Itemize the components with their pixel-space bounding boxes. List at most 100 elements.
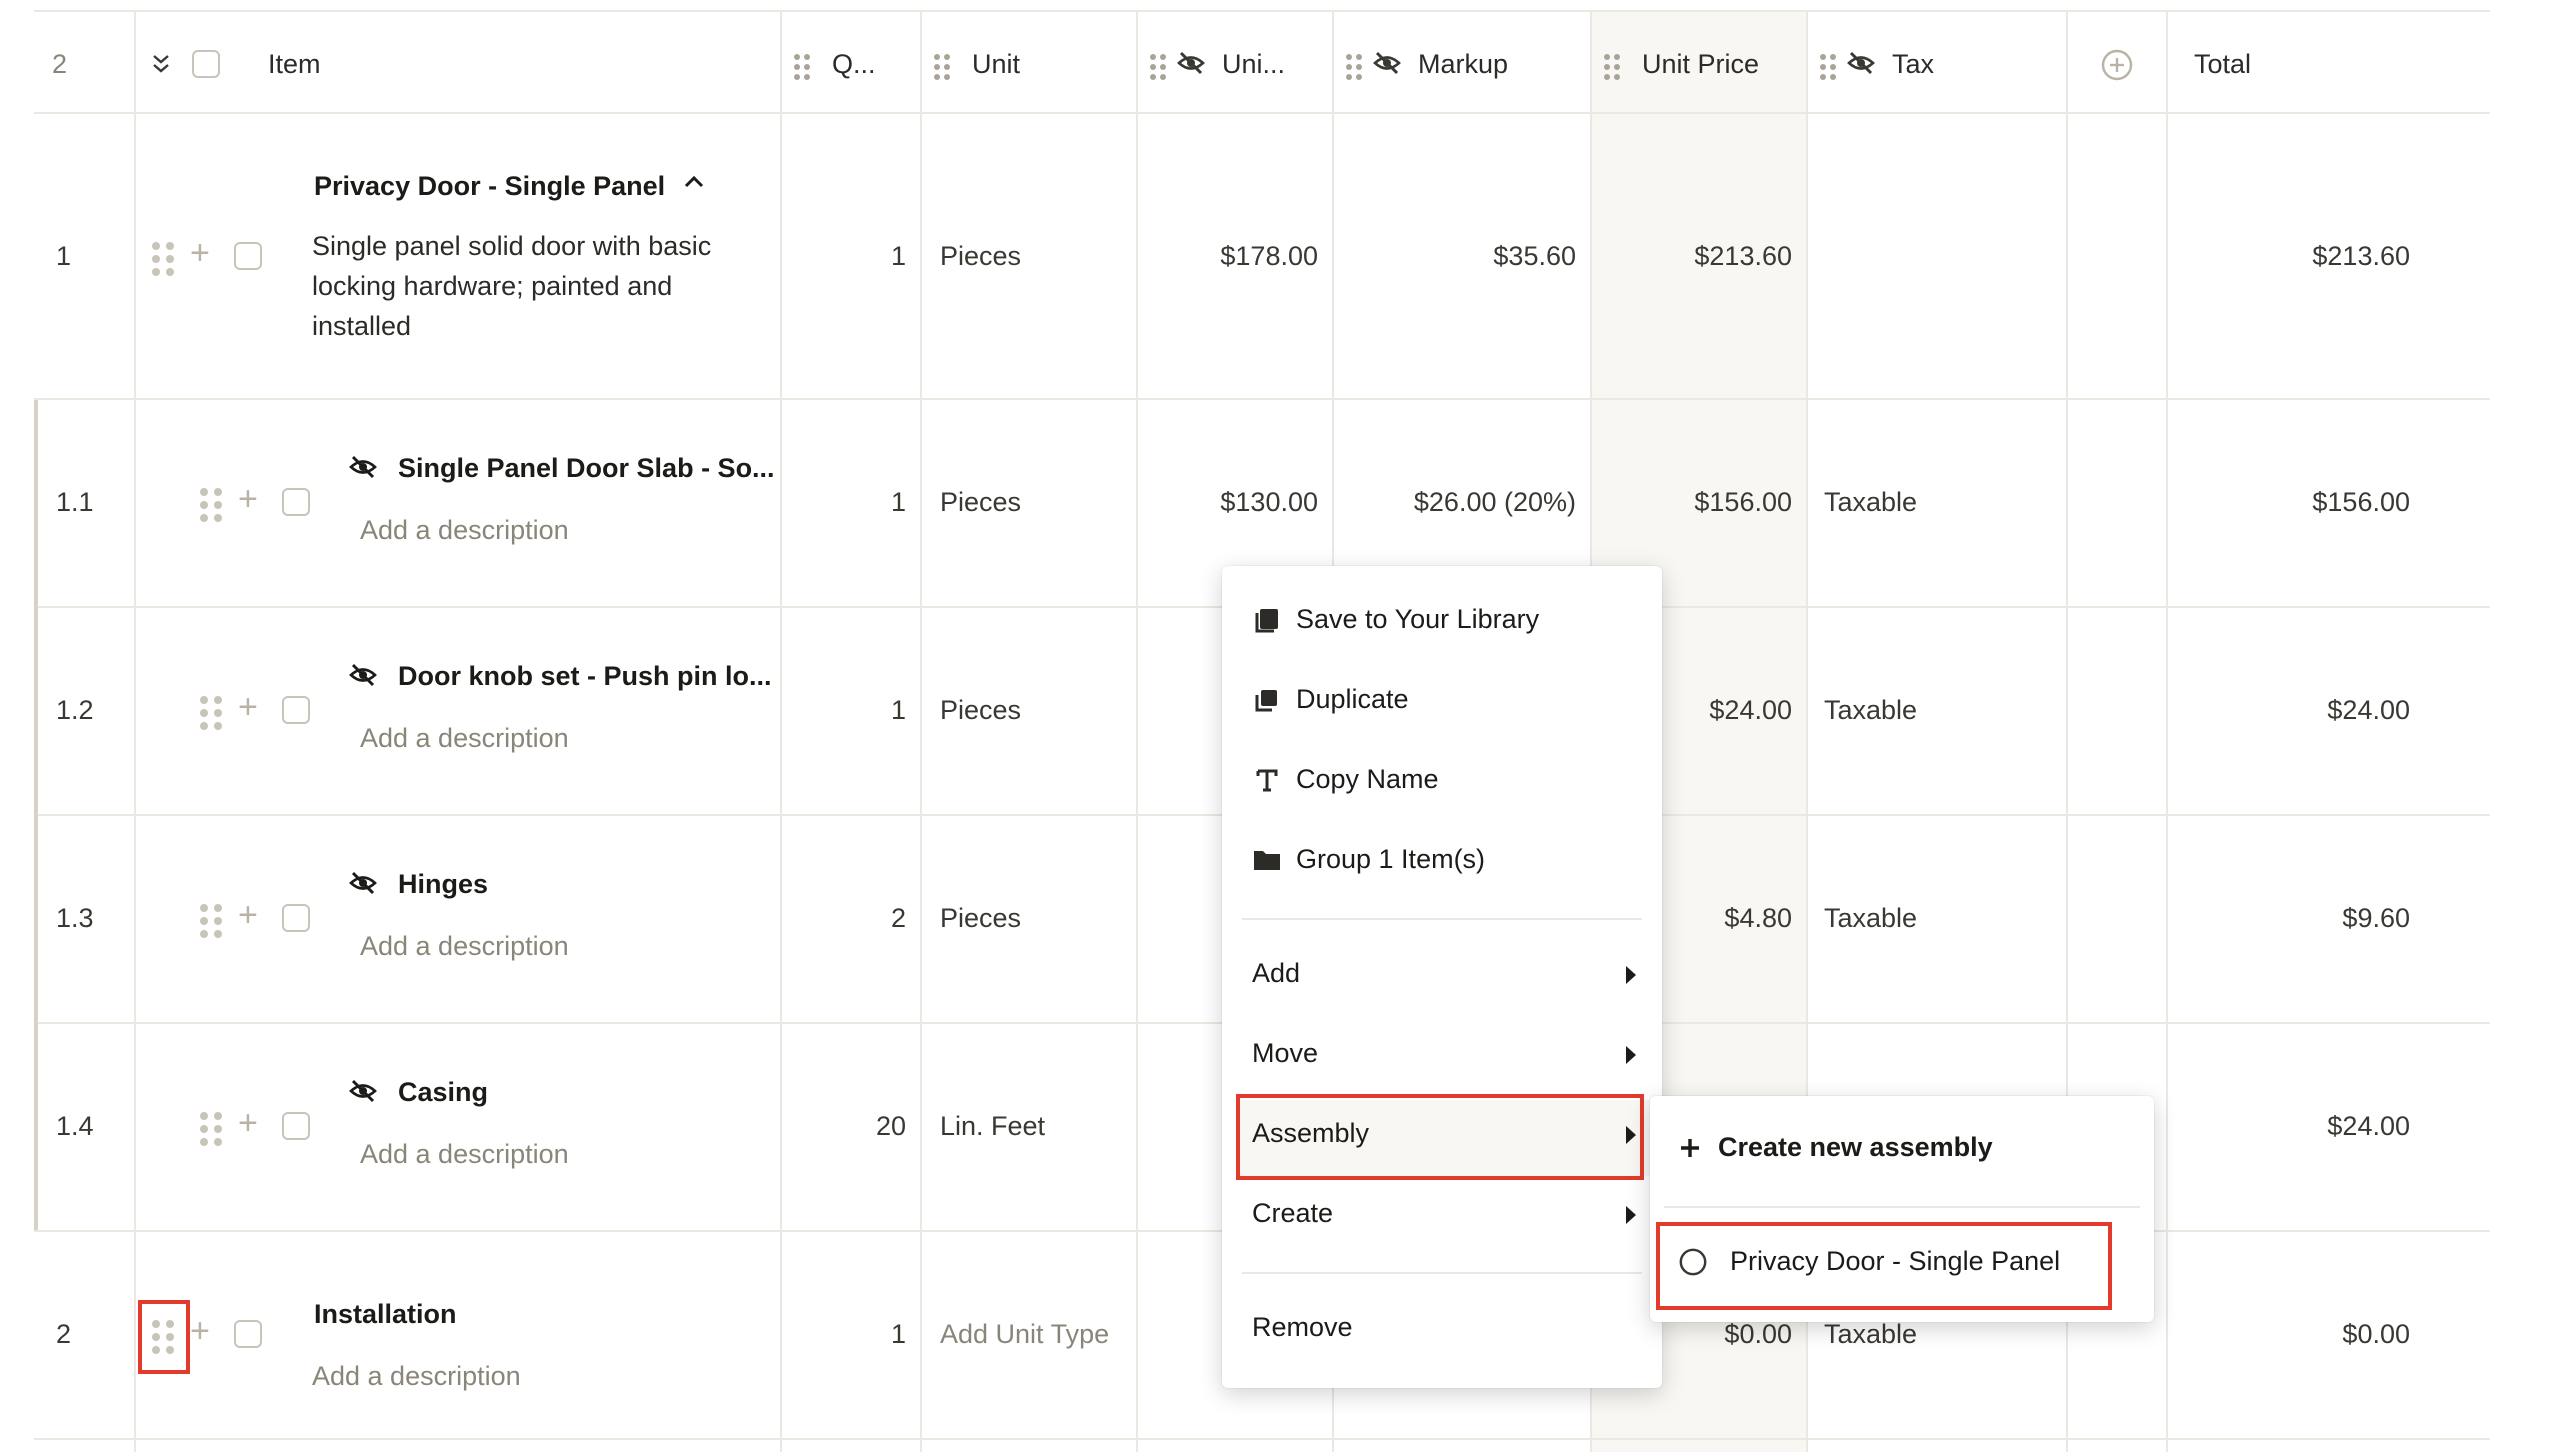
menu-item-copy-name[interactable]: Copy Name [1252, 764, 1439, 795]
row-checkbox[interactable] [282, 488, 310, 516]
grid-line [920, 12, 922, 1452]
item-description[interactable]: Single panel solid door with basic locki… [312, 226, 752, 346]
menu-item-duplicate[interactable]: Duplicate [1252, 684, 1409, 715]
unit-cell[interactable]: Pieces [940, 896, 1021, 940]
item-title[interactable]: Privacy Door - Single Panel [314, 164, 665, 208]
add-column-plus-icon[interactable] [2100, 48, 2134, 82]
hidden-eye-icon [348, 660, 378, 695]
quantity-cell[interactable]: 1 [794, 1312, 906, 1356]
quantity-cell[interactable]: 1 [794, 234, 906, 278]
assembly-indent-bar [34, 400, 38, 1230]
create-new-assembly[interactable]: Create new assembly [1678, 1132, 1993, 1163]
header-unit[interactable]: Unit [972, 42, 1020, 86]
row-checkbox[interactable] [282, 904, 310, 932]
drag-handle-icon[interactable] [200, 1112, 222, 1146]
header-total[interactable]: Total [2194, 42, 2251, 86]
collapse-chevron-up-icon[interactable] [682, 170, 706, 194]
drag-handle-icon[interactable] [1820, 54, 1836, 80]
assembly-highlight [1236, 1094, 1644, 1180]
add-row-plus-icon[interactable]: + [190, 236, 210, 270]
header-markup[interactable]: Markup [1418, 42, 1508, 86]
header-unit-cost[interactable]: Uni... [1222, 42, 1285, 86]
tax-cell[interactable]: Taxable [1824, 688, 1917, 732]
drag-handle-icon[interactable] [200, 904, 222, 938]
drag-handle-icon[interactable] [200, 696, 222, 730]
quantity-cell[interactable]: 20 [794, 1104, 906, 1148]
row-checkbox[interactable] [282, 696, 310, 724]
item-description-placeholder[interactable]: Add a description [360, 1132, 569, 1176]
menu-item-move[interactable]: Move [1252, 1038, 1318, 1069]
add-row-plus-icon[interactable]: + [238, 690, 258, 724]
drag-handle-icon[interactable] [1150, 54, 1166, 80]
unit-cost-cell[interactable]: $130.00 [1146, 480, 1318, 524]
drag-handle-highlight [138, 1300, 190, 1374]
submenu-arrow-icon [1626, 966, 1636, 984]
header-item[interactable]: Item [268, 42, 321, 86]
hidden-eye-icon [1176, 48, 1206, 78]
select-all-checkbox[interactable] [192, 50, 220, 78]
item-description-placeholder[interactable]: Add a description [360, 924, 569, 968]
item-title[interactable]: Casing [398, 1070, 488, 1114]
markup-cell[interactable]: $26.00 (20%) [1344, 480, 1576, 524]
duplicate-icon [1252, 685, 1282, 715]
unit-type-placeholder[interactable]: Add Unit Type [940, 1312, 1109, 1356]
row-checkbox[interactable] [234, 1320, 262, 1348]
item-title[interactable]: Single Panel Door Slab - So... [398, 446, 775, 490]
item-title[interactable]: Hinges [398, 862, 488, 906]
markup-cell[interactable]: $35.60 [1344, 234, 1576, 278]
row-checkbox[interactable] [234, 242, 262, 270]
hidden-eye-icon [348, 868, 378, 903]
unit-price-cell[interactable]: $156.00 [1600, 480, 1792, 524]
header-unit-price[interactable]: Unit Price [1642, 42, 1759, 86]
drag-handle-icon[interactable] [1346, 54, 1362, 80]
item-description-placeholder[interactable]: Add a description [360, 716, 569, 760]
library-book-icon [1252, 605, 1282, 635]
text-t-icon [1252, 765, 1282, 795]
menu-item-remove[interactable]: Remove [1252, 1312, 1353, 1343]
tax-cell[interactable]: Taxable [1824, 480, 1917, 524]
add-row-plus-icon[interactable]: + [238, 898, 258, 932]
drag-handle-icon[interactable] [934, 54, 950, 80]
drag-handle-icon[interactable] [1604, 54, 1620, 80]
drag-handle-icon[interactable] [200, 488, 222, 522]
tax-cell[interactable]: Taxable [1824, 896, 1917, 940]
plus-icon [1678, 1133, 1702, 1163]
unit-cell[interactable]: Pieces [940, 480, 1021, 524]
row-number: 1 [56, 240, 72, 271]
menu-item-group[interactable]: Group 1 Item(s) [1252, 844, 1485, 875]
item-title[interactable]: Installation [314, 1292, 457, 1336]
grid-line [2166, 12, 2168, 1452]
menu-item-save-library[interactable]: Save to Your Library [1252, 604, 1539, 635]
header-quantity[interactable]: Q... [832, 42, 876, 86]
assembly-option-highlight [1656, 1222, 2112, 1310]
row-divider [34, 398, 2490, 400]
drag-handle-icon[interactable] [794, 54, 810, 80]
row-checkbox[interactable] [282, 1112, 310, 1140]
quantity-cell[interactable]: 2 [794, 896, 906, 940]
header-tax[interactable]: Tax [1892, 42, 1934, 86]
menu-divider [1664, 1206, 2140, 1208]
item-description-placeholder[interactable]: Add a description [312, 1354, 521, 1398]
item-description-placeholder[interactable]: Add a description [360, 508, 569, 552]
add-row-plus-icon[interactable]: + [238, 482, 258, 516]
row-number: 1.1 [56, 486, 94, 517]
total-cell: $156.00 [2312, 486, 2410, 517]
menu-item-create[interactable]: Create [1252, 1198, 1333, 1229]
total-cell: $24.00 [2327, 694, 2410, 725]
item-title[interactable]: Door knob set - Push pin lo... [398, 654, 772, 698]
add-row-plus-icon[interactable]: + [238, 1106, 258, 1140]
unit-cell[interactable]: Lin. Feet [940, 1104, 1045, 1148]
submenu-arrow-icon [1626, 1046, 1636, 1064]
add-row-plus-icon[interactable]: + [190, 1314, 210, 1348]
collapse-all-chevron-icon[interactable] [150, 46, 172, 82]
quantity-cell[interactable]: 1 [794, 480, 906, 524]
drag-handle-icon[interactable] [152, 242, 174, 276]
unit-price-cell[interactable]: $213.60 [1600, 234, 1792, 278]
row-number: 2 [56, 1318, 72, 1349]
quantity-cell[interactable]: 1 [794, 688, 906, 732]
menu-item-add[interactable]: Add [1252, 958, 1300, 989]
row-context-menu: Save to Your Library Duplicate Copy Name… [1222, 566, 1662, 1388]
unit-cell[interactable]: Pieces [940, 688, 1021, 732]
unit-cost-cell[interactable]: $178.00 [1146, 234, 1318, 278]
unit-cell[interactable]: Pieces [940, 234, 1021, 278]
